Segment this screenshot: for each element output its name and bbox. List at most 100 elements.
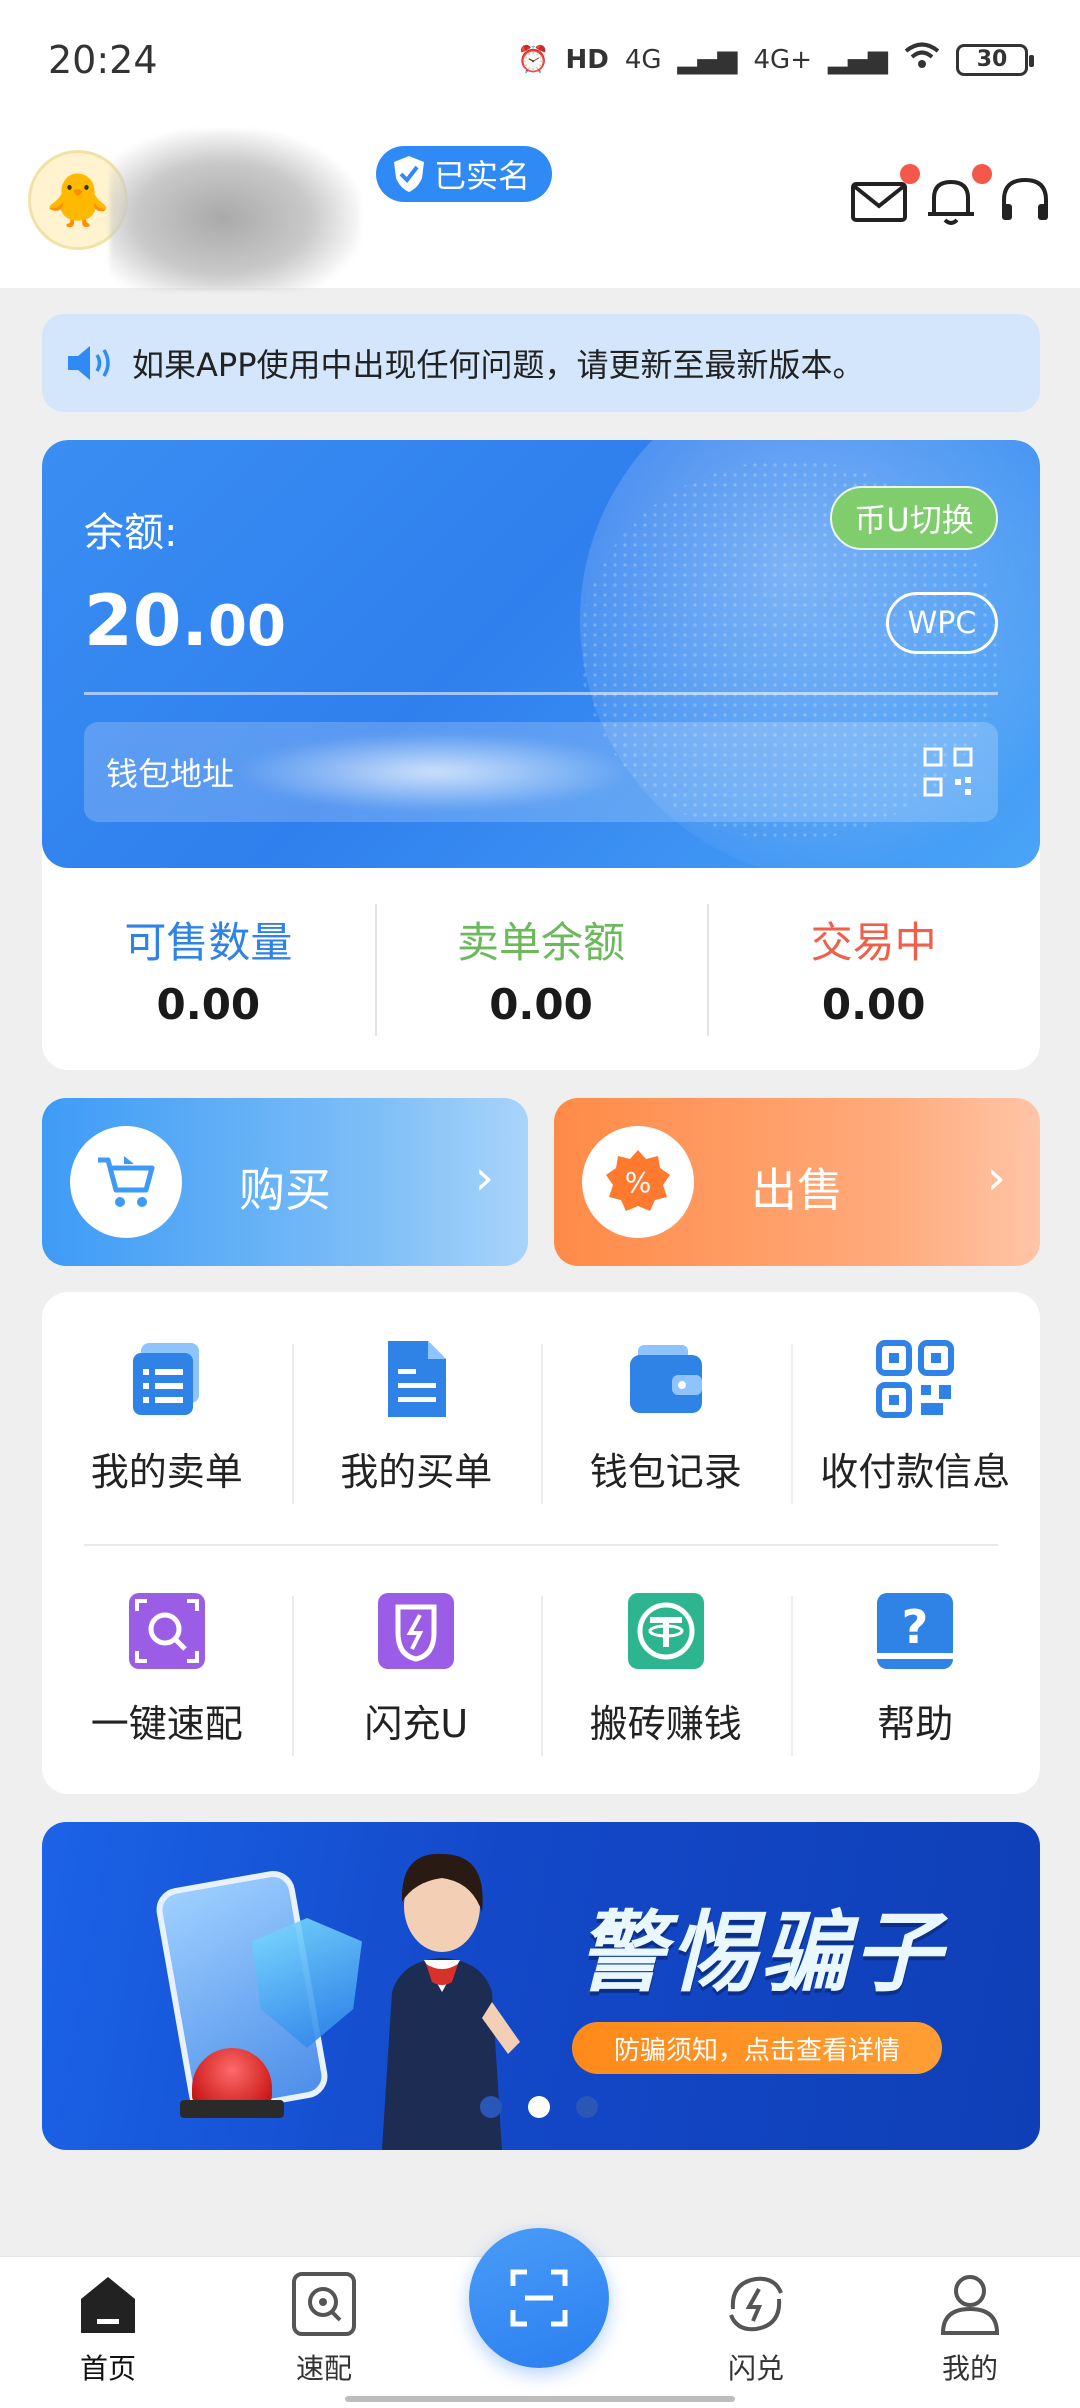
menu-help[interactable]: ? 帮助: [790, 1558, 1041, 1778]
verified-label: 已实名: [434, 157, 531, 195]
nav-flash-exchange[interactable]: 闪兑: [686, 2269, 826, 2387]
balance-panel: 余额: 20.00 币U切换 WPC 钱包地址: [42, 440, 1040, 868]
banner-subtitle[interactable]: 防骗须知，点击查看详情: [572, 2022, 942, 2074]
status-time: 20:24: [48, 38, 158, 82]
match-search-icon: [292, 2272, 356, 2336]
wallet-icon: [629, 1344, 702, 1413]
scan-icon: [510, 2269, 568, 2327]
mail-unread-dot: [900, 164, 920, 184]
stat-available[interactable]: 可售数量 0.00: [42, 868, 375, 1070]
menu-wallet-records[interactable]: 钱包记录: [541, 1306, 791, 1526]
status-icons: ⏰ HD 4G ▂▄▆ 4G+ ▂▄▆ 30: [517, 42, 1034, 77]
signal-1-icon: ▂▄▆: [677, 44, 738, 75]
menu-payment-info[interactable]: 收付款信息: [790, 1306, 1041, 1526]
menu-flash-charge[interactable]: 闪充U: [291, 1558, 542, 1778]
stat-label: 交易中: [810, 918, 937, 967]
signal-2-label: 4G+: [753, 44, 812, 75]
signal-1-label: 4G: [624, 44, 662, 75]
mail-button[interactable]: [848, 164, 920, 232]
menu-label: 帮助: [877, 1701, 954, 1746]
speaker-icon: [68, 346, 110, 380]
sell-orders-icon: [132, 1342, 199, 1415]
menu-earn-money[interactable]: 搬砖赚钱: [541, 1558, 791, 1778]
nav-home[interactable]: 首页: [38, 2269, 178, 2387]
menu-my-buy-orders[interactable]: 我的买单: [291, 1306, 542, 1526]
quick-match-icon: [128, 1592, 205, 1669]
headset-icon: [1002, 177, 1048, 220]
nav-label: 速配: [295, 2352, 352, 2385]
flash-charge-icon: [378, 1592, 455, 1669]
balance-value: 20.00: [84, 580, 286, 662]
wifi-icon: [904, 42, 940, 77]
help-icon: ?: [877, 1592, 954, 1669]
banner-title: 警惕骗子: [577, 1901, 946, 2004]
menu-label: 闪充U: [364, 1701, 469, 1746]
carousel-dot[interactable]: [576, 2096, 598, 2118]
svg-text:?: ?: [902, 1600, 929, 1654]
balance-card: 余额: 20.00 币U切换 WPC 钱包地址 可售数量 0.00 卖单余额 0…: [42, 440, 1040, 1070]
nav-mine[interactable]: 我的: [900, 2269, 1040, 2387]
balance-label: 余额:: [84, 510, 178, 556]
status-bar: 20:24 ⏰ HD 4G ▂▄▆ 4G+ ▂▄▆ 30: [0, 0, 1080, 130]
payment-qr-icon: [876, 1339, 955, 1418]
hd-icon: HD: [565, 44, 609, 75]
carousel-dot[interactable]: [480, 2096, 502, 2118]
wallet-address-redacted: [234, 732, 634, 812]
nav-label: 首页: [79, 2352, 136, 2385]
stat-value: 0.00: [156, 980, 261, 1029]
anti-fraud-banner[interactable]: 警惕骗子 防骗须知，点击查看详情: [42, 1822, 1040, 2150]
stat-value: 0.00: [489, 980, 593, 1029]
scan-button[interactable]: [469, 2228, 609, 2368]
currency-badge[interactable]: WPC: [886, 592, 998, 654]
wallet-address-label: 钱包地址: [106, 755, 235, 793]
flash-exchange-icon: [729, 2276, 783, 2332]
app-header: 🐥 已实名: [0, 130, 1080, 290]
menu-label: 收付款信息: [820, 1449, 1011, 1494]
menu-label: 我的卖单: [90, 1449, 243, 1494]
menu-grid: 我的卖单 我的买单 钱包记录 收付款信息 一键速配 闪充U 搬砖赚钱 ? 帮助: [42, 1292, 1040, 1794]
nav-label: 闪兑: [727, 2352, 784, 2385]
sell-button[interactable]: % 出售 ›: [554, 1098, 1040, 1266]
home-icon: [81, 2277, 135, 2333]
stats-row: 可售数量 0.00 卖单余额 0.00 交易中 0.00: [42, 868, 1040, 1070]
support-button[interactable]: [994, 170, 1056, 232]
menu-label: 一键速配: [90, 1701, 243, 1746]
battery-level: 30: [976, 47, 1008, 72]
menu-label: 钱包记录: [589, 1449, 742, 1494]
wallet-address-bar[interactable]: 钱包地址: [84, 722, 998, 822]
menu-label: 搬砖赚钱: [589, 1701, 742, 1746]
buy-label: 购买: [239, 1163, 331, 1217]
menu-my-sell-orders[interactable]: 我的卖单: [42, 1306, 292, 1526]
username-redacted: [110, 130, 360, 290]
stat-sell-balance[interactable]: 卖单余额 0.00: [374, 868, 708, 1070]
balance-value-dec: 00: [208, 594, 286, 659]
notification-unread-dot: [972, 164, 992, 184]
nav-label: 我的: [941, 2352, 998, 2385]
qr-code-icon[interactable]: [922, 746, 974, 798]
notification-button[interactable]: [920, 164, 992, 232]
currency-switch-button[interactable]: 币U切换: [830, 486, 998, 550]
carousel-dot-active[interactable]: [528, 2096, 550, 2118]
balance-value-int: 20.: [84, 580, 209, 662]
verified-badge: 已实名: [376, 146, 553, 202]
chevron-right-icon: ›: [474, 1150, 494, 1206]
carousel-indicator: [480, 2096, 598, 2118]
signal-2-icon: ▂▄▆: [828, 44, 888, 75]
battery-icon: 30: [956, 43, 1034, 76]
siren-base: [180, 2100, 284, 2118]
nav-match[interactable]: 速配: [254, 2269, 394, 2387]
chevron-right-icon: ›: [986, 1150, 1006, 1206]
alarm-icon: ⏰: [517, 44, 550, 75]
buy-button[interactable]: 购买 ›: [42, 1098, 528, 1266]
stat-label: 可售数量: [124, 918, 293, 967]
menu-quick-match[interactable]: 一键速配: [42, 1558, 292, 1778]
stat-label: 卖单余额: [457, 918, 626, 967]
sell-label: 出售: [751, 1163, 843, 1217]
home-indicator: [345, 2396, 735, 2402]
notice-bar[interactable]: 如果APP使用中出现任何问题，请更新至最新版本。: [42, 314, 1040, 412]
stat-trading[interactable]: 交易中 0.00: [707, 868, 1040, 1070]
user-icon: [940, 2275, 1000, 2335]
buy-orders-icon: [388, 1340, 447, 1417]
stat-value: 0.00: [821, 980, 926, 1029]
shield-check-icon: [394, 156, 424, 192]
